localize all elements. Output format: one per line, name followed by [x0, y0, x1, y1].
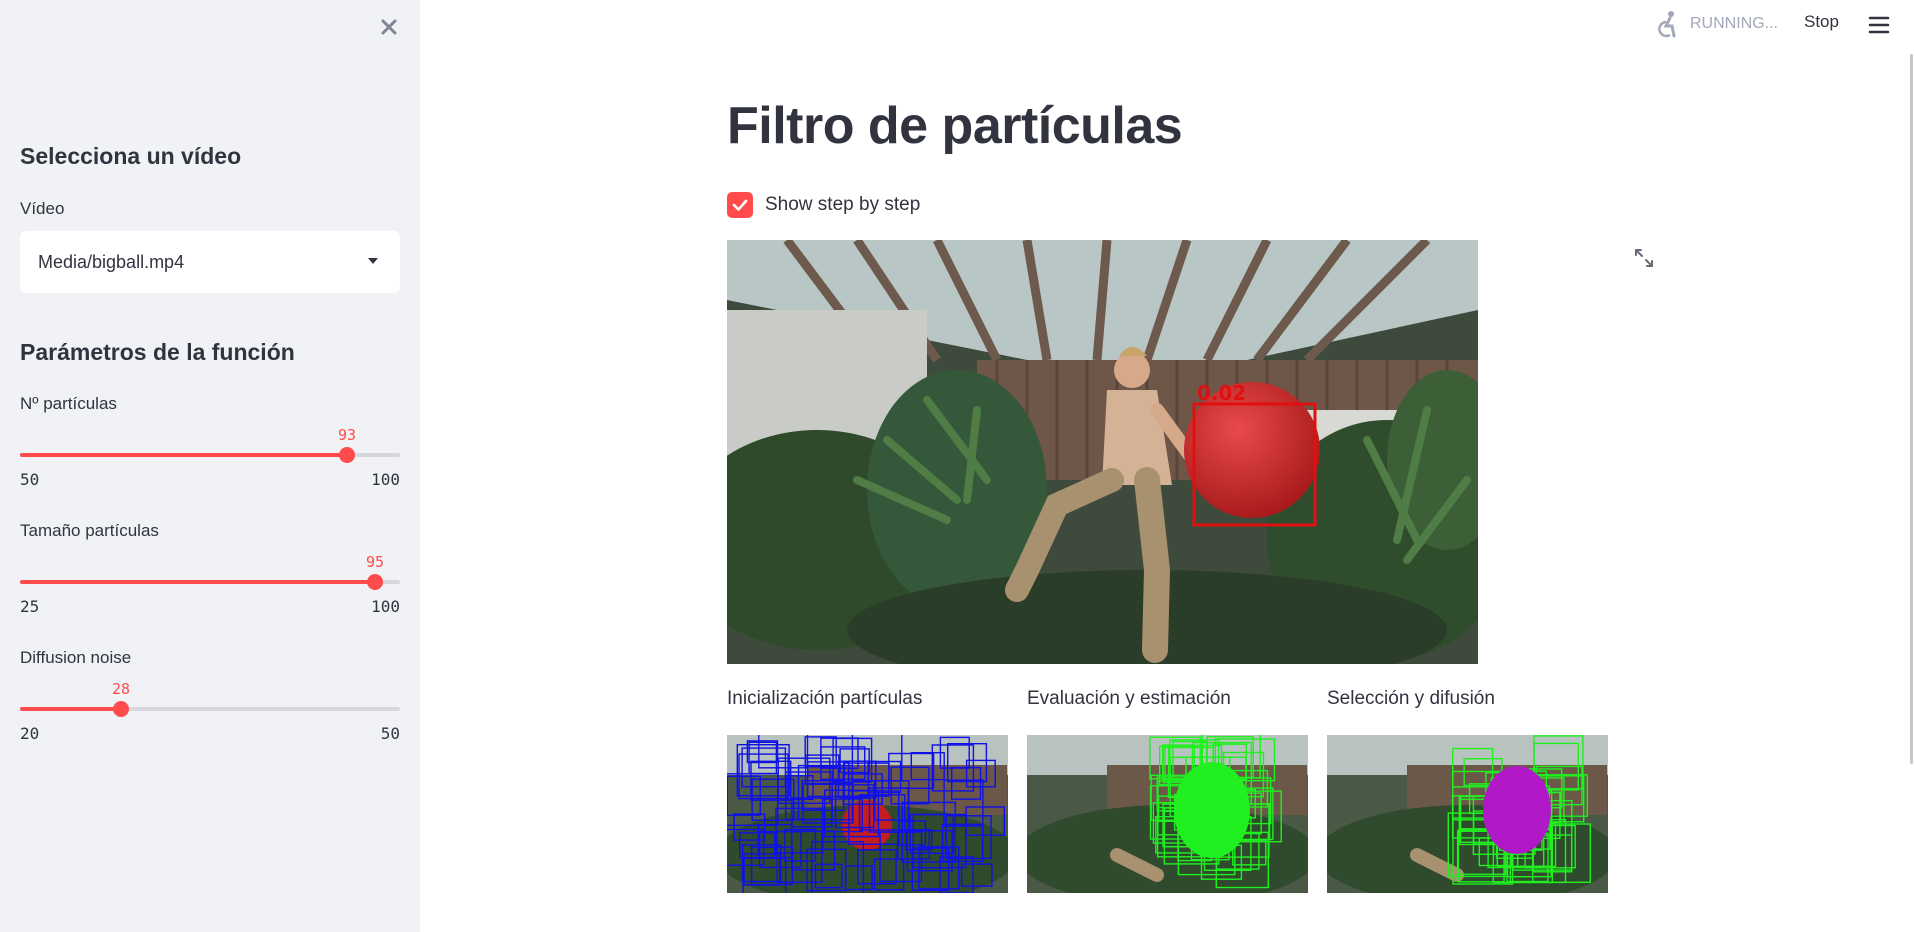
- slider-value: 95: [365, 553, 385, 571]
- sidebar: Selecciona un vídeo Vídeo Media/bigball.…: [0, 0, 420, 932]
- particle-evaluation-image: [1027, 735, 1308, 893]
- expand-icon: [1635, 249, 1653, 267]
- caption-selection: Selección y difusión: [1327, 688, 1495, 709]
- hamburger-menu-icon: [1868, 16, 1890, 34]
- video-select[interactable]: Media/bigball.mp4: [20, 231, 400, 293]
- slider-label-particles: Nº partículas: [20, 394, 117, 413]
- slider-noise[interactable]: 28 20 50: [20, 680, 400, 743]
- slider-fill: [20, 580, 375, 584]
- params-section-title: Parámetros de la función: [20, 339, 295, 365]
- evaluation-image: [1027, 735, 1308, 893]
- slider-max: 50: [380, 724, 400, 743]
- video-select-value: Media/bigball.mp4: [38, 251, 185, 272]
- main-video-frame: 0.02: [727, 240, 1478, 664]
- greenhouse-scene-image: 0.02: [727, 240, 1478, 664]
- main-menu-button[interactable]: [1866, 12, 1892, 38]
- fullscreen-button[interactable]: [1632, 246, 1656, 270]
- slider-max: 100: [371, 470, 400, 489]
- particle-selection-image: [1327, 735, 1608, 893]
- slider-particles[interactable]: 93 50 100: [20, 426, 400, 489]
- main-scrollbar[interactable]: [1910, 54, 1913, 764]
- page-title: Filtro de partículas: [727, 97, 1183, 155]
- chevron-down-icon: [368, 258, 378, 264]
- check-icon: [732, 199, 748, 211]
- caption-evaluation: Evaluación y estimación: [1027, 688, 1231, 709]
- slider-label-noise: Diffusion noise: [20, 648, 132, 667]
- slider-min: 20: [20, 724, 40, 743]
- slider-value: 28: [111, 680, 131, 698]
- slider-min: 25: [20, 597, 40, 616]
- show-step-checkbox[interactable]: Show step by step: [727, 192, 920, 218]
- slider-thumb[interactable]: [339, 447, 355, 463]
- running-person-icon: [1658, 11, 1676, 38]
- slider-size[interactable]: 95 25 100: [20, 553, 400, 616]
- slider-label-size: Tamaño partículas: [20, 521, 159, 540]
- caption-initialization: Inicialización partículas: [727, 688, 923, 709]
- video-section-title: Selecciona un vídeo: [20, 143, 242, 169]
- running-status: RUNNING...: [1656, 10, 1778, 38]
- slider-thumb[interactable]: [367, 574, 383, 590]
- slider-thumb[interactable]: [113, 701, 129, 717]
- close-sidebar-button[interactable]: [374, 12, 404, 42]
- slider-fill: [20, 707, 121, 711]
- selection-image: [1327, 735, 1608, 893]
- initialization-image: [727, 735, 1008, 893]
- slider-min: 50: [20, 470, 40, 489]
- checkbox-label: Show step by step: [765, 194, 921, 215]
- slider-max: 100: [371, 597, 400, 616]
- stop-button[interactable]: Stop: [1804, 12, 1839, 32]
- video-label: Vídeo: [20, 199, 65, 218]
- main-image-score: 0.02: [1197, 381, 1246, 405]
- particle-initialization-image: [727, 735, 1008, 893]
- slider-value: 93: [337, 426, 357, 444]
- slider-fill: [20, 453, 347, 457]
- checkbox-box[interactable]: [727, 192, 753, 218]
- running-status-text: RUNNING...: [1690, 15, 1778, 32]
- close-icon: [381, 19, 397, 35]
